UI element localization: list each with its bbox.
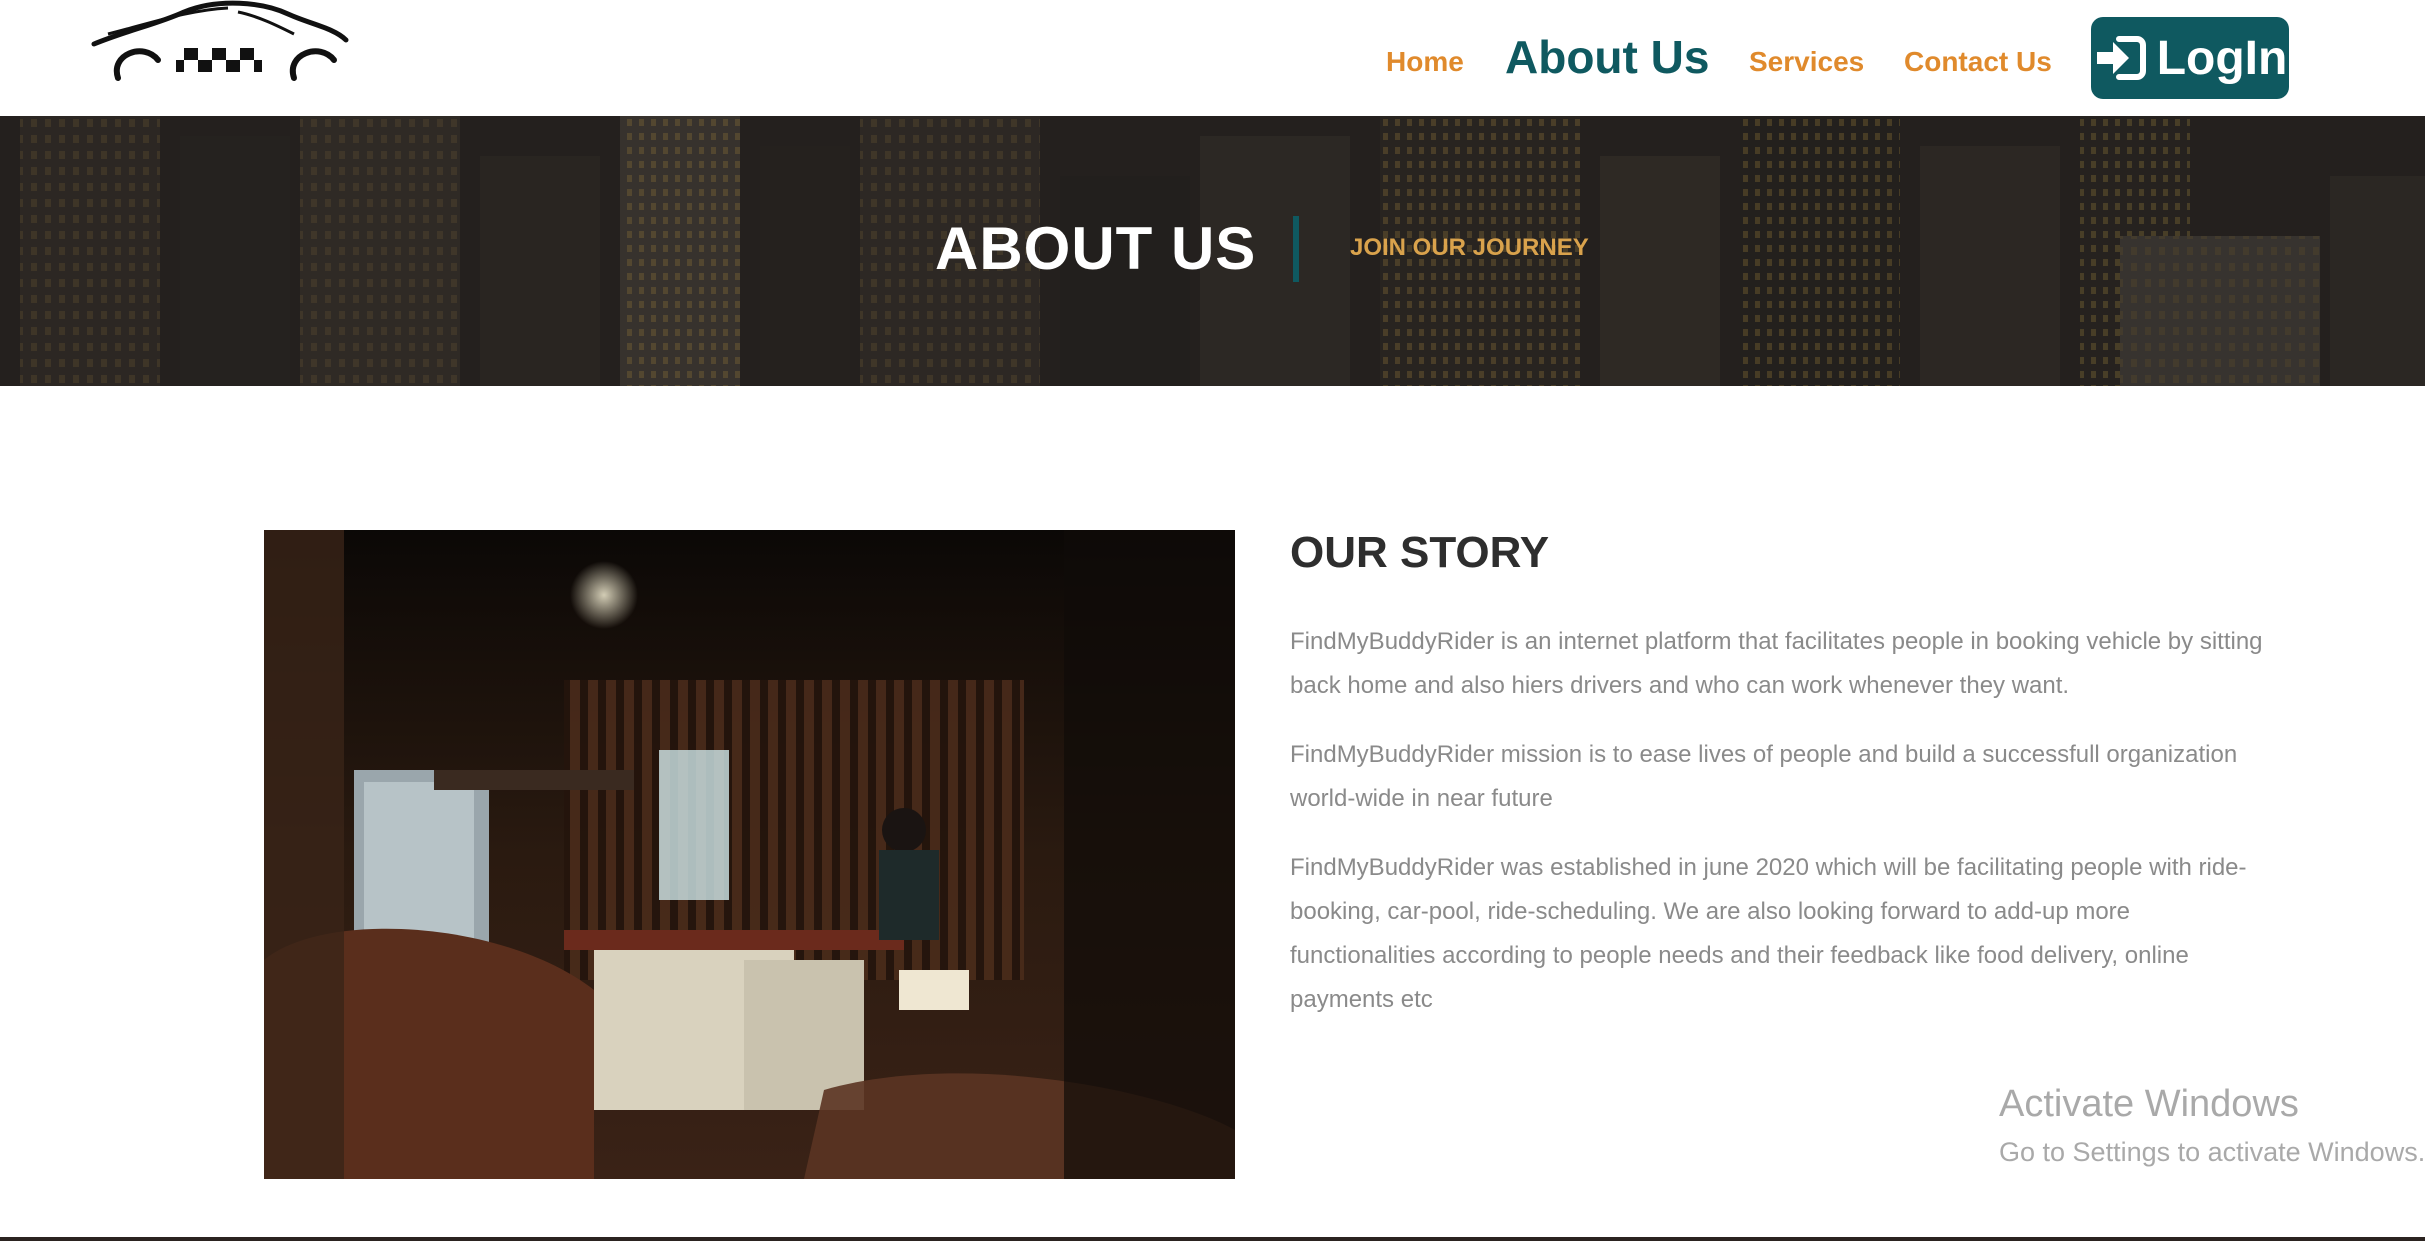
nav-services-link[interactable]: Services <box>1749 46 1864 78</box>
nav-home-link[interactable]: Home <box>1386 46 1464 78</box>
hero-subtitle: JOIN OUR JOURNEY <box>1350 234 1589 261</box>
login-label: LogIn <box>2156 31 2288 85</box>
login-button[interactable]: LogIn <box>2091 17 2289 99</box>
taxi-car-logo-icon[interactable] <box>88 0 350 92</box>
activate-windows-title: Activate Windows <box>1999 1083 2299 1125</box>
story-paragraph-1: FindMyBuddyRider is an internet platform… <box>1290 628 2263 699</box>
hero-divider <box>1293 216 1299 282</box>
hero-banner: ABOUT US JOIN OUR JOURNEY <box>0 116 2425 386</box>
activate-windows-subtitle: Go to Settings to activate Windows. <box>1999 1137 2425 1167</box>
story-title: OUR STORY <box>1290 528 1550 577</box>
restaurant-interior-image <box>264 530 1235 1179</box>
nav-contact-link[interactable]: Contact Us <box>1904 46 2052 78</box>
page-title: ABOUT US <box>935 215 1257 282</box>
story-photo <box>264 530 1235 1179</box>
story-paragraph-3: FindMyBuddyRider was established in june… <box>1290 854 2247 1013</box>
story-paragraph-2: FindMyBuddyRider mission is to ease live… <box>1290 741 2238 812</box>
nav-about-link[interactable]: About Us <box>1505 30 1709 84</box>
footer-edge <box>0 1237 2425 1241</box>
site-header: Home About Us Services Contact Us LogIn <box>0 0 2425 116</box>
sign-in-icon <box>2096 36 2146 80</box>
